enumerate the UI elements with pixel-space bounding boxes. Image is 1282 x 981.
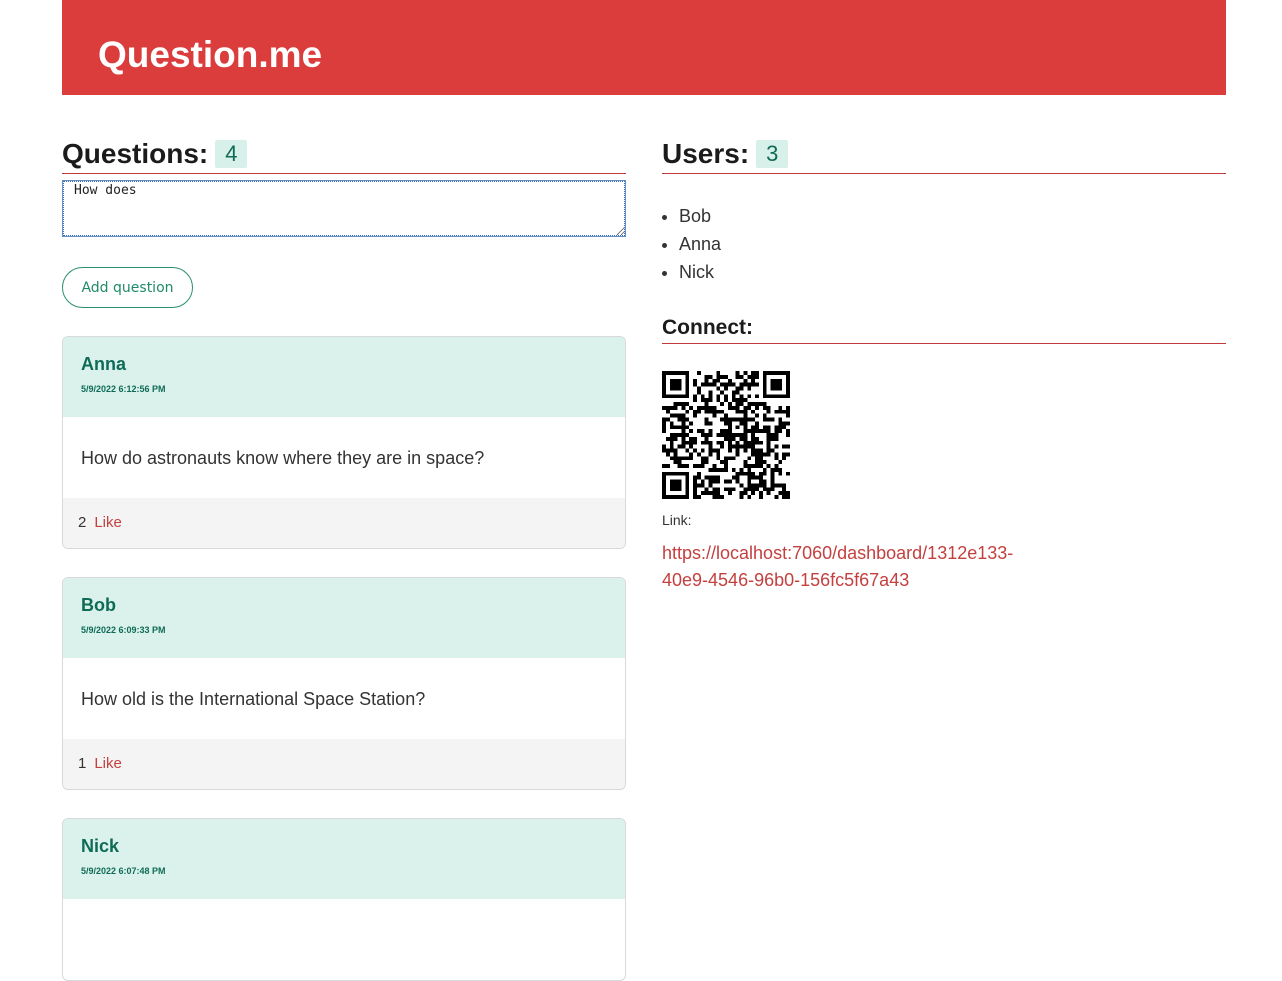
question-author: Anna (81, 354, 126, 374)
question-card: Bob 5/9/2022 6:09:33 PM How old is the I… (62, 577, 626, 790)
question-card: Anna 5/9/2022 6:12:56 PM How do astronau… (62, 336, 626, 549)
question-timestamp: 5/9/2022 6:12:56 PM (81, 384, 166, 394)
question-card-header: Anna 5/9/2022 6:12:56 PM (63, 337, 625, 417)
questions-panel: Questions: 4 Add question Anna 5/9/2022 … (62, 136, 626, 981)
question-timestamp: 5/9/2022 6:09:33 PM (81, 625, 166, 635)
question-timestamp: 5/9/2022 6:07:48 PM (81, 866, 166, 876)
sidebar-panel: Users: 3 Bob Anna Nick Connect: Link: ht… (662, 136, 1226, 594)
question-text (63, 899, 625, 980)
connect-header: Connect: (662, 314, 1226, 344)
question-input[interactable] (62, 180, 626, 237)
like-button[interactable]: Like (94, 755, 122, 772)
question-author: Bob (81, 595, 116, 615)
question-card-footer: 1 Like (63, 739, 625, 789)
link-label: Link: (662, 512, 692, 528)
users-list: Bob Anna Nick (662, 202, 1226, 286)
question-card-footer: 2 Like (63, 498, 625, 548)
question-card-header: Nick 5/9/2022 6:07:48 PM (63, 819, 625, 899)
app-title: Question.me (98, 34, 323, 75)
user-item: Bob (679, 202, 1226, 230)
questions-count-badge: 4 (215, 140, 248, 168)
like-button[interactable]: Like (94, 514, 122, 531)
add-question-button[interactable]: Add question (62, 267, 193, 308)
question-card-header: Bob 5/9/2022 6:09:33 PM (63, 578, 625, 658)
qr-code-icon (662, 371, 790, 499)
users-count-badge: 3 (756, 140, 789, 168)
question-text: How old is the International Space Stati… (81, 689, 426, 709)
user-item: Nick (679, 258, 1226, 286)
question-card: Nick 5/9/2022 6:07:48 PM (62, 818, 626, 981)
dashboard-link[interactable]: https://localhost:7060/dashboard/1312e13… (662, 540, 1022, 594)
users-header: Users: 3 (662, 136, 1226, 174)
question-text: How do astronauts know where they are in… (81, 448, 485, 468)
like-count: 2 (78, 514, 87, 531)
like-count: 1 (78, 755, 87, 772)
users-heading: Users: (662, 138, 750, 169)
questions-heading: Questions: (62, 138, 209, 169)
question-author: Nick (81, 836, 120, 856)
questions-header: Questions: 4 (62, 136, 626, 174)
connect-heading: Connect: (662, 316, 753, 339)
user-item: Anna (679, 230, 1226, 258)
app-header: Question.me (62, 0, 1226, 95)
